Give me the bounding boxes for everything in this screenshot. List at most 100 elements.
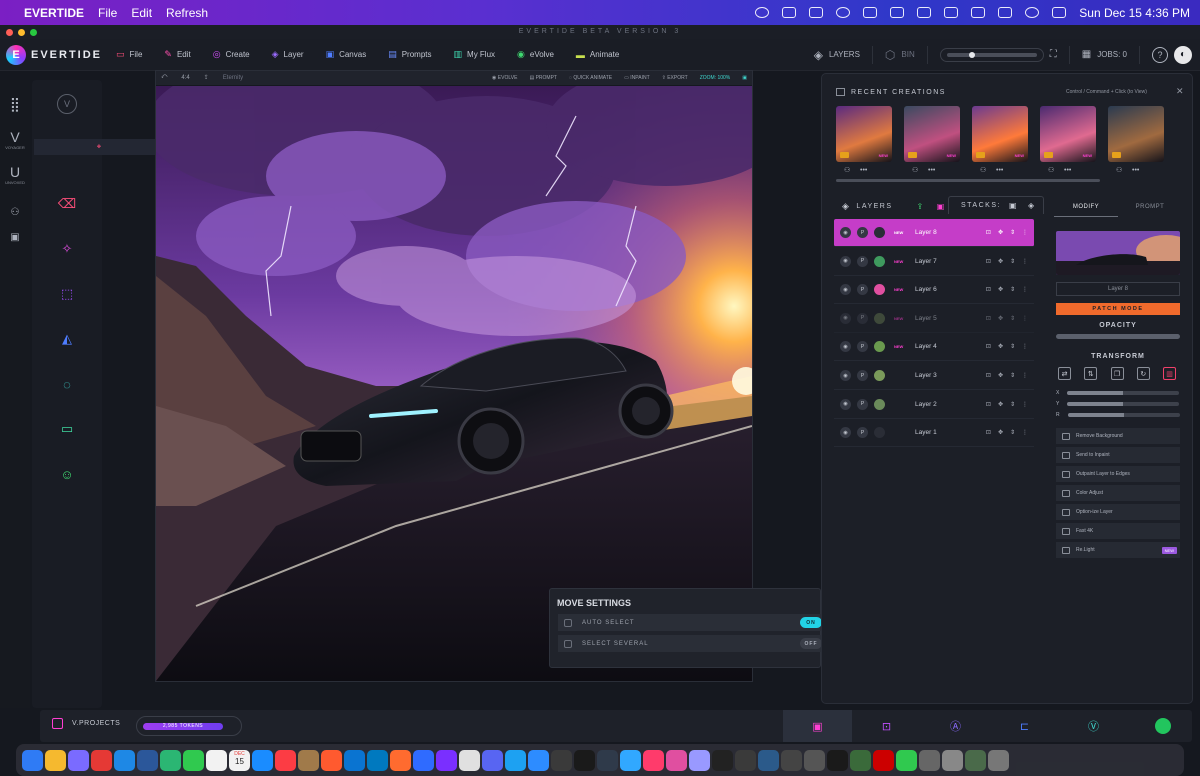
shapes-tool[interactable]: ◭ <box>32 317 102 361</box>
layer-row[interactable]: ◉ P Layer 1 ⊡ ✥ ⇕ ⋮ <box>834 419 1034 448</box>
status-icon[interactable] <box>836 7 851 18</box>
p-badge[interactable]: P <box>857 284 868 296</box>
recent-thumbnail[interactable]: NEW <box>1040 106 1096 162</box>
dock-app-icon[interactable] <box>735 749 756 771</box>
p-badge[interactable]: P <box>857 427 868 439</box>
variations-icon[interactable]: ⚇ <box>1048 167 1054 174</box>
slider-knob[interactable] <box>968 51 975 58</box>
thumbnail-actions[interactable]: ⚇ ••• <box>1116 166 1139 174</box>
menu-app-name[interactable]: EVERTIDE <box>24 6 84 20</box>
tokens-meter[interactable]: 2,985 TOKENS <box>136 716 242 736</box>
dock-app-icon[interactable] <box>68 749 89 771</box>
auto-select-row[interactable]: AUTO SELECT ON <box>558 614 822 631</box>
variations-icon[interactable]: ⚇ <box>844 167 850 174</box>
bottom-image-button[interactable]: ▣ <box>783 710 852 742</box>
status-icon[interactable] <box>782 7 797 18</box>
v-logo-button[interactable]: V <box>32 82 102 126</box>
status-icon[interactable] <box>755 7 770 18</box>
menu-file[interactable]: File <box>98 6 117 20</box>
lock-icon[interactable]: ⊡ <box>986 343 991 350</box>
close-window-button[interactable] <box>6 29 13 36</box>
app-menu-edit[interactable]: ✎ Edit <box>164 49 190 60</box>
users-icon[interactable]: ⚇ <box>0 207 30 218</box>
lock-icon[interactable]: ⊡ <box>986 372 991 379</box>
save-stack-icon[interactable]: ▣ <box>1009 201 1018 210</box>
action-send-to-inpaint[interactable]: Send to Inpaint <box>1056 447 1180 463</box>
screen-tool[interactable]: ▭ <box>32 407 102 451</box>
thumbnail-actions[interactable]: ⚇ ••• <box>980 166 1003 174</box>
more-vertical-icon[interactable]: ⋮ <box>1022 229 1028 236</box>
dock-app-icon[interactable] <box>298 749 319 771</box>
app-menu-my-flux[interactable]: ▥ My Flux <box>454 49 496 60</box>
dock-app-icon[interactable] <box>114 749 135 771</box>
more-icon[interactable]: ••• <box>860 167 867 174</box>
visibility-eye-icon[interactable]: ◉ <box>840 398 851 410</box>
dock-app-icon[interactable] <box>206 749 227 771</box>
thumbnail-actions[interactable]: ⚇ ••• <box>1048 166 1071 174</box>
status-icon[interactable] <box>809 7 824 18</box>
visibility-eye-icon[interactable]: ◉ <box>840 284 851 296</box>
more-vertical-icon[interactable]: ⋮ <box>1022 343 1028 350</box>
action-color-adjust[interactable]: Color Adjust <box>1056 485 1180 501</box>
dock-app-icon[interactable] <box>367 749 388 771</box>
minimize-window-button[interactable] <box>18 29 25 36</box>
dock-app-icon[interactable] <box>183 749 204 771</box>
stacks-tab[interactable]: STACKS: ▣ ◈ <box>948 196 1044 214</box>
move-icon[interactable]: ✥ <box>998 401 1003 408</box>
bottom-a-button[interactable]: Ⓐ <box>921 710 990 742</box>
select-several-row[interactable]: SELECT SEVERAL OFF <box>558 635 822 652</box>
variations-icon[interactable]: ⚇ <box>1116 167 1122 174</box>
ideas-tool[interactable]: ◌ <box>32 362 102 406</box>
visibility-eye-icon[interactable]: ◉ <box>840 427 851 439</box>
flip-vertical-icon[interactable]: ⇅ <box>1084 367 1098 380</box>
status-icon[interactable] <box>971 7 986 18</box>
dock-app-icon[interactable] <box>436 749 457 771</box>
tab-modify[interactable]: MODIFY <box>1054 204 1118 217</box>
dock-app-icon[interactable] <box>896 749 917 771</box>
dock-app-icon[interactable] <box>597 749 618 771</box>
app-menu-canvas[interactable]: ▣ Canvas <box>326 49 367 60</box>
lock-icon[interactable]: ⊡ <box>986 286 991 293</box>
app-menu-prompts[interactable]: ▤ Prompts <box>388 49 431 60</box>
dock-app-icon[interactable] <box>137 749 158 771</box>
layer-row[interactable]: ◉ P NEW Layer 6 ⊡ ✥ ⇕ ⋮ <box>834 276 1034 305</box>
more-vertical-icon[interactable]: ⋮ <box>1022 429 1028 436</box>
close-icon[interactable]: ✕ <box>1176 86 1184 97</box>
move-icon[interactable]: ✥ <box>998 315 1003 322</box>
zoom-window-button[interactable] <box>30 29 37 36</box>
action-option-ize-layer[interactable]: Option-ize Layer <box>1056 504 1180 520</box>
patch-mode-button[interactable]: PATCH MODE <box>1056 303 1180 315</box>
y-slider[interactable] <box>1067 402 1180 406</box>
search-icon[interactable] <box>1025 7 1040 18</box>
dock-app-icon[interactable] <box>344 749 365 771</box>
user-avatar[interactable]: ◐ <box>1174 45 1192 64</box>
action-re-light[interactable]: Re.Light NEW <box>1056 542 1180 558</box>
dock-app-icon[interactable] <box>689 749 710 771</box>
recent-thumbnail[interactable]: NEW <box>836 106 892 162</box>
dock-app-icon[interactable] <box>275 749 296 771</box>
delete-icon[interactable]: ▥ <box>1163 367 1176 380</box>
image-layer-icon[interactable]: ▣ <box>937 202 946 211</box>
opacity-slider[interactable] <box>1056 334 1180 339</box>
p-badge[interactable]: P <box>857 370 868 381</box>
voyager-button[interactable]: V VOYAGER <box>0 129 30 150</box>
volume-icon[interactable] <box>890 7 905 18</box>
bottom-link-button[interactable]: ⊏ <box>990 710 1059 742</box>
upload-layer-icon[interactable]: ⇪ <box>917 202 925 211</box>
dock-app-icon[interactable] <box>505 749 526 771</box>
thumbnail-actions[interactable]: ⚇ ••• <box>912 166 935 174</box>
reorder-icon[interactable]: ⇕ <box>1010 286 1015 293</box>
dock-app-icon[interactable] <box>91 749 112 771</box>
dock-app-icon[interactable] <box>758 749 779 771</box>
p-badge[interactable]: P <box>857 341 868 353</box>
visibility-eye-icon[interactable]: ◉ <box>840 370 851 381</box>
clock[interactable]: Sun Dec 15 4:36 PM <box>1079 6 1190 20</box>
layer-row[interactable]: ◉ P NEW Layer 4 ⊡ ✥ ⇕ ⋮ <box>834 333 1034 362</box>
app-menu-animate[interactable]: ▬ Animate <box>576 50 619 60</box>
app-menu-file[interactable]: ▭ File <box>116 49 142 60</box>
p-badge[interactable]: P <box>857 255 868 267</box>
move-icon[interactable]: ✥ <box>998 286 1003 293</box>
auto-select-toggle[interactable]: ON <box>800 617 822 628</box>
layer-name-field[interactable]: Layer 8 <box>1056 282 1180 296</box>
recent-thumbnail[interactable]: NEW <box>972 106 1028 162</box>
